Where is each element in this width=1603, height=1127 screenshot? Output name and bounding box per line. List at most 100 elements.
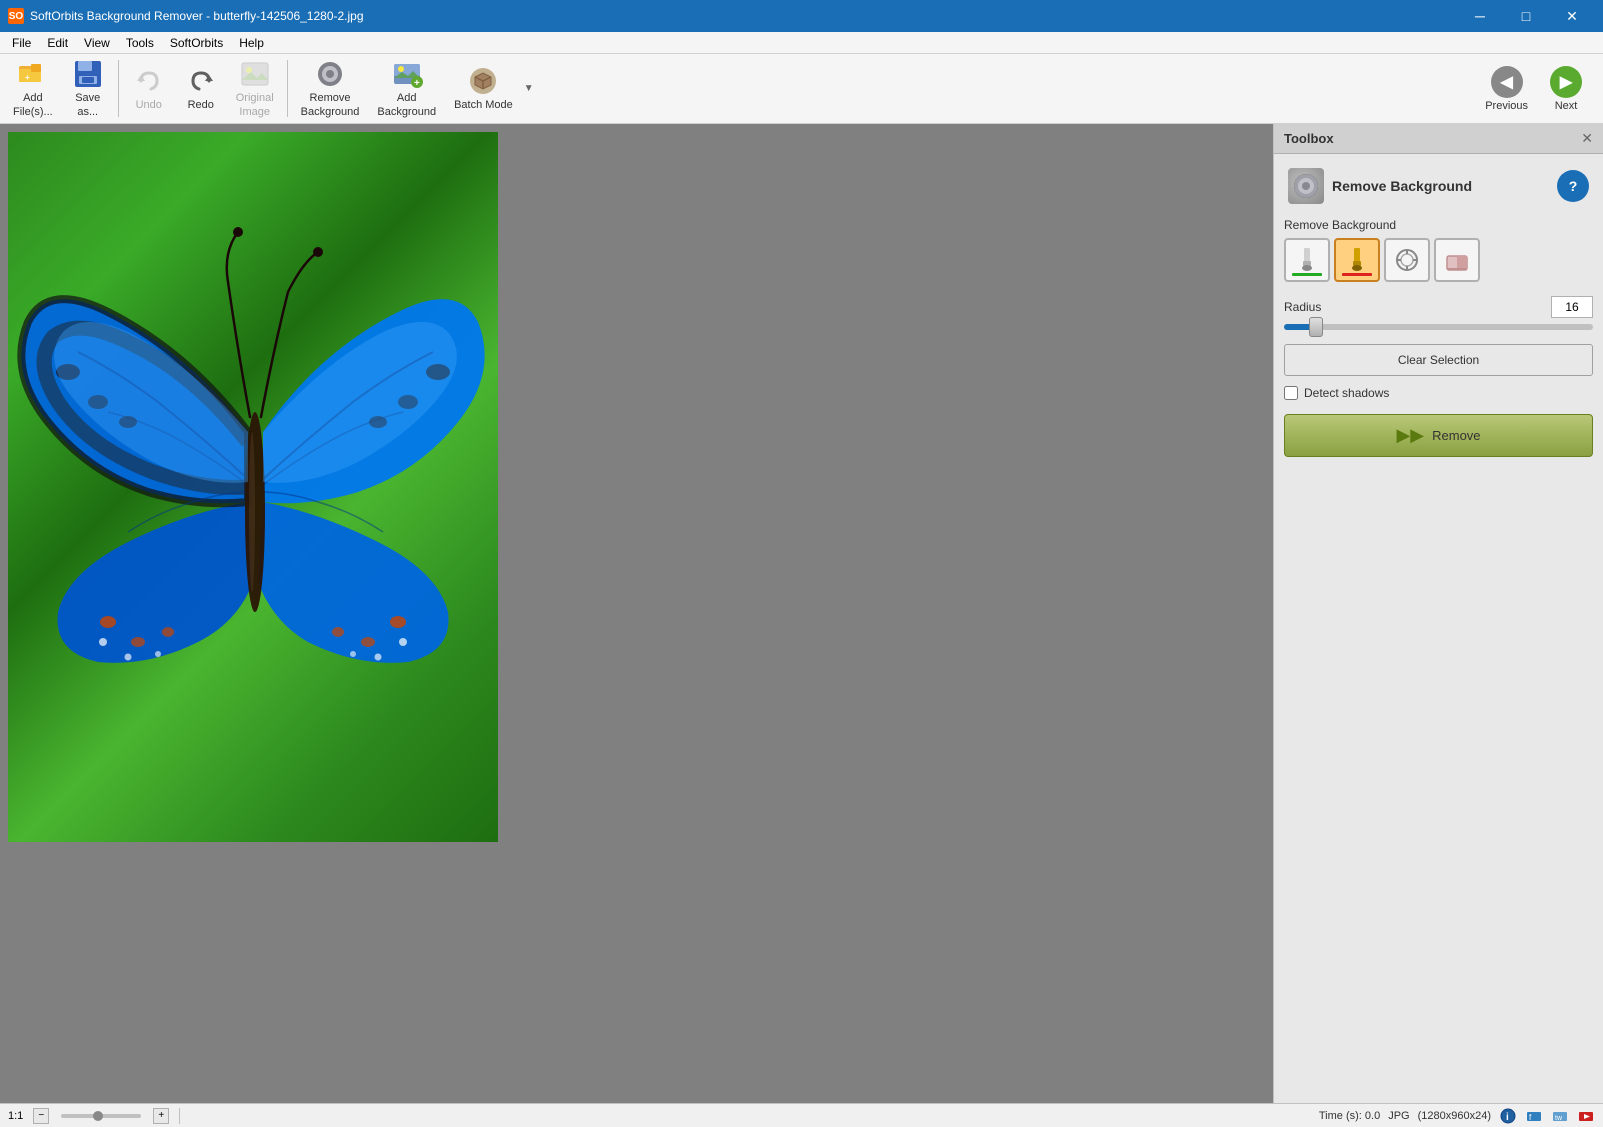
dimensions-label: (1280x960x24) (1418, 1110, 1491, 1122)
next-icon: ▶ (1550, 66, 1582, 98)
redo-label: Redo (188, 99, 214, 112)
save-as-button[interactable]: Saveas... (62, 56, 114, 121)
time-label: Time (s): 0.0 (1319, 1110, 1380, 1122)
save-icon (72, 58, 104, 90)
toolbox-title: Toolbox (1284, 131, 1334, 146)
zoom-handle[interactable] (93, 1111, 103, 1121)
right-panel: Toolbox ✕ Remove Background ? Remove Bac (1273, 124, 1603, 1103)
remove-bg-label: RemoveBackground (301, 92, 360, 118)
canvas-scroll[interactable] (0, 124, 1273, 1103)
previous-label: Previous (1485, 100, 1528, 112)
format-label: JPG (1388, 1110, 1409, 1122)
minimize-button[interactable]: ─ (1457, 0, 1503, 32)
toolbox-content: Remove Background ? Remove Background (1274, 154, 1603, 1103)
main-area: Toolbox ✕ Remove Background ? Remove Bac (0, 124, 1603, 1103)
zoom-in-button[interactable]: + (153, 1108, 169, 1124)
detect-shadows-label[interactable]: Detect shadows (1304, 386, 1389, 400)
eraser-button[interactable] (1434, 238, 1480, 282)
zoom-out-button[interactable]: − (33, 1108, 49, 1124)
green-underline (1292, 273, 1322, 276)
brush-tools (1284, 238, 1593, 282)
batch-label: Batch Mode (454, 99, 513, 112)
remove-arrow-icon: ▶▶ (1396, 425, 1424, 446)
previous-icon: ◀ (1491, 66, 1523, 98)
eraser-icon (1443, 246, 1471, 274)
add-background-button[interactable]: + AddBackground (368, 56, 445, 121)
add-bg-label: AddBackground (377, 92, 436, 118)
canvas-area[interactable] (0, 124, 1273, 1103)
original-image-button[interactable]: OriginalImage (227, 56, 283, 121)
toolbar-sep-2 (287, 60, 288, 117)
original-image-icon (239, 58, 271, 90)
tool-name-label: Remove Background (1332, 178, 1472, 194)
menu-view[interactable]: View (76, 32, 118, 54)
info-icon[interactable]: i (1499, 1107, 1517, 1125)
remove-bg-section-label: Remove Background (1284, 218, 1593, 232)
toolbox-header: Toolbox ✕ (1274, 124, 1603, 154)
detect-shadows-checkbox[interactable] (1284, 386, 1298, 400)
menu-softorbits[interactable]: SoftOrbits (162, 32, 231, 54)
share1-icon[interactable]: f (1525, 1107, 1543, 1125)
radius-section: Radius (1284, 296, 1593, 330)
title-bar: SO SoftOrbits Background Remover - butte… (0, 0, 1603, 32)
save-as-label: Saveas... (75, 92, 100, 118)
remove-background-button[interactable]: RemoveBackground (292, 56, 369, 121)
radius-slider[interactable] (1284, 324, 1593, 330)
clear-selection-button[interactable]: Clear Selection (1284, 344, 1593, 376)
remove-brush-icon (1345, 246, 1369, 274)
toolbar-expand-icon[interactable]: ▼ (524, 83, 534, 94)
help-button[interactable]: ? (1557, 170, 1589, 202)
close-button[interactable]: ✕ (1549, 0, 1595, 32)
tool-section-header: Remove Background ? (1284, 164, 1593, 208)
batch-icon (467, 65, 499, 97)
remove-bg-icon (314, 58, 346, 90)
next-button[interactable]: ▶ Next (1541, 61, 1591, 117)
undo-icon (133, 65, 165, 97)
zoom-level: 1:1 (8, 1110, 23, 1122)
add-files-label: AddFile(s)... (13, 92, 53, 118)
status-sep-1 (179, 1108, 180, 1124)
menu-tools[interactable]: Tools (118, 32, 162, 54)
video-icon[interactable] (1577, 1107, 1595, 1125)
menu-help[interactable]: Help (231, 32, 272, 54)
menu-file[interactable]: File (4, 32, 39, 54)
window-title: SoftOrbits Background Remover - butterfl… (30, 9, 364, 23)
share2-icon[interactable]: tw (1551, 1107, 1569, 1125)
remove-brush-button[interactable] (1334, 238, 1380, 282)
undo-label: Undo (136, 99, 162, 112)
toolbox-close-button[interactable]: ✕ (1581, 130, 1593, 147)
title-bar-left: SO SoftOrbits Background Remover - butte… (8, 8, 364, 24)
app-icon: SO (8, 8, 24, 24)
smart-brush-button[interactable] (1384, 238, 1430, 282)
redo-button[interactable]: Redo (175, 56, 227, 121)
keep-brush-button[interactable] (1284, 238, 1330, 282)
red-underline (1342, 273, 1372, 276)
menu-bar: File Edit View Tools SoftOrbits Help (0, 32, 1603, 54)
status-right: Time (s): 0.0 JPG (1280x960x24) i f tw (1319, 1107, 1595, 1125)
slider-thumb[interactable] (1309, 317, 1323, 337)
keep-brush-icon (1295, 246, 1319, 274)
maximize-button[interactable]: □ (1503, 0, 1549, 32)
undo-button[interactable]: Undo (123, 56, 175, 121)
smart-brush-icon (1393, 246, 1421, 274)
original-image-label: OriginalImage (236, 92, 274, 118)
butterfly-image (8, 132, 498, 842)
remove-btn-label: Remove (1432, 428, 1480, 443)
next-label: Next (1555, 100, 1578, 112)
svg-text:tw: tw (1555, 1115, 1563, 1122)
menu-edit[interactable]: Edit (39, 32, 76, 54)
batch-mode-button[interactable]: Batch Mode (445, 56, 522, 121)
add-bg-icon: + (391, 58, 423, 90)
toolbar: + AddFile(s)... Saveas... Undo (0, 54, 1603, 124)
previous-button[interactable]: ◀ Previous (1476, 61, 1537, 117)
redo-icon (185, 65, 217, 97)
svg-text:+: + (25, 73, 30, 82)
zoom-slider[interactable] (61, 1114, 141, 1118)
window-controls: ─ □ ✕ (1457, 0, 1595, 32)
radius-input[interactable] (1551, 296, 1593, 318)
svg-text:+: + (414, 78, 420, 89)
add-files-button[interactable]: + AddFile(s)... (4, 56, 62, 121)
remove-button[interactable]: ▶▶ Remove (1284, 414, 1593, 457)
toolbar-sep-1 (118, 60, 119, 117)
prev-next-area: ◀ Previous ▶ Next (1476, 56, 1599, 121)
